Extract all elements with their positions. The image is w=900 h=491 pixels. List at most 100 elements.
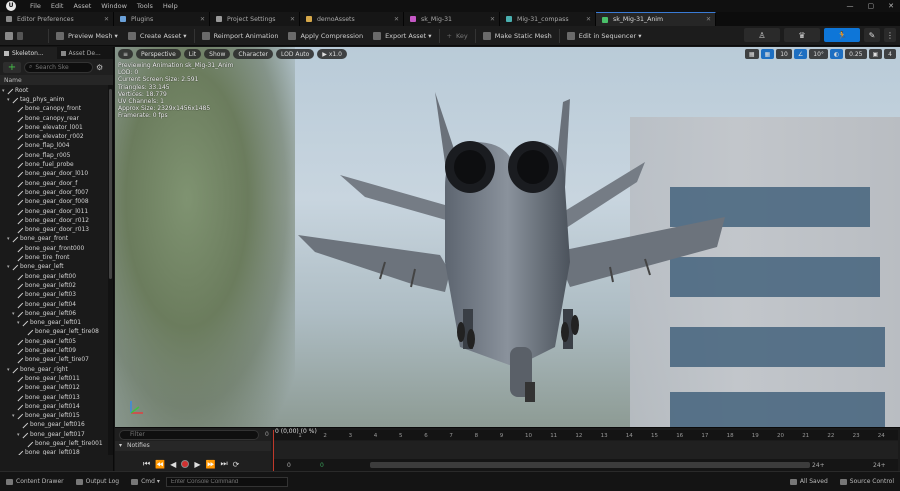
mesh-mode-button[interactable]: ♛ bbox=[784, 28, 820, 42]
grid-snap-value[interactable]: 10 bbox=[776, 49, 792, 59]
menu-item-window[interactable]: Window bbox=[101, 2, 127, 10]
make-static-mesh-button[interactable]: Make Static Mesh bbox=[478, 28, 557, 44]
close-tab-icon[interactable]: ✕ bbox=[200, 16, 205, 23]
transform-toggle-icon[interactable]: ▦ bbox=[744, 49, 759, 59]
camera-speed-icon[interactable]: ▣ bbox=[868, 49, 883, 59]
lit-button[interactable]: Lit bbox=[183, 49, 202, 59]
scale-snap-value[interactable]: 0.25 bbox=[845, 49, 867, 59]
play-button[interactable]: ▶ bbox=[194, 460, 200, 469]
bone-row[interactable]: bone_gear_left04 bbox=[0, 300, 106, 309]
bone-row[interactable]: ▾ bone_gear_right bbox=[0, 365, 106, 374]
maximize-button[interactable]: ▢ bbox=[868, 2, 875, 10]
animation-viewport[interactable]: ≡ Perspective Lit Show Character LOD Aut… bbox=[115, 47, 900, 427]
bone-row[interactable]: ▾ tag_phys_anim bbox=[0, 95, 106, 104]
notify-track-area[interactable] bbox=[273, 441, 898, 459]
bone-row[interactable]: bone_gear_left012 bbox=[0, 384, 106, 393]
play-reverse-button[interactable]: ◀ bbox=[170, 460, 176, 469]
jump-end-button[interactable]: ⏭ bbox=[220, 459, 227, 469]
add-socket-button[interactable]: + bbox=[3, 61, 21, 73]
save-button[interactable] bbox=[0, 28, 46, 44]
tab-project-settings[interactable]: Project Settings ✕ bbox=[210, 12, 300, 26]
camera-speed-value[interactable]: 4 bbox=[884, 49, 896, 59]
grid-snap-button[interactable]: ▦ bbox=[760, 49, 775, 59]
tab-skeleton-tree[interactable]: Skeleton... bbox=[0, 47, 57, 59]
bone-row[interactable]: bone_gear_left016 bbox=[0, 421, 106, 430]
export-asset-button[interactable]: Export Asset ▾ bbox=[368, 28, 436, 44]
minimize-button[interactable]: — bbox=[847, 2, 854, 10]
close-tab-icon[interactable]: ✕ bbox=[706, 16, 711, 23]
perspective-button[interactable]: Perspective bbox=[136, 49, 181, 59]
create-asset-button[interactable]: Create Asset ▾ bbox=[123, 28, 192, 44]
bone-row[interactable]: bone_gear_left018 bbox=[0, 449, 106, 455]
more-options-button[interactable]: ⋮ bbox=[884, 28, 896, 42]
range-end-view[interactable]: 24+ bbox=[812, 462, 825, 469]
tab-editor-preferences[interactable]: Editor Preferences ✕ bbox=[0, 12, 114, 26]
bone-row[interactable]: bone_gear_left013 bbox=[0, 393, 106, 402]
range-start[interactable]: 0 bbox=[287, 462, 291, 469]
all-saved-indicator[interactable]: All Saved bbox=[784, 475, 834, 489]
bone-row[interactable]: ▾ bone_gear_left01 bbox=[0, 319, 106, 328]
timeline-scrollbar[interactable] bbox=[370, 462, 810, 468]
rotation-snap-value[interactable]: 10° bbox=[809, 49, 828, 59]
tab-asset-details[interactable]: Asset De... bbox=[56, 47, 113, 59]
viewport-options-button[interactable]: ≡ bbox=[118, 49, 134, 59]
lod-auto-button[interactable]: LOD Auto bbox=[275, 49, 315, 59]
bone-row[interactable]: bone_flap_l004 bbox=[0, 142, 106, 151]
step-back-button[interactable]: ⏪ bbox=[155, 460, 165, 469]
apply-compression-button[interactable]: Apply Compression bbox=[283, 28, 368, 44]
key-button[interactable]: + Key bbox=[442, 28, 473, 44]
bone-row[interactable]: ▾ bone_gear_front bbox=[0, 235, 106, 244]
bone-row[interactable]: bone_gear_door_f007 bbox=[0, 188, 106, 197]
bone-row[interactable]: bone_gear_left014 bbox=[0, 402, 106, 411]
bone-row[interactable]: bone_gear_door_r013 bbox=[0, 226, 106, 235]
playhead[interactable] bbox=[273, 430, 274, 472]
menu-item-file[interactable]: File bbox=[30, 2, 41, 10]
character-button[interactable]: Character bbox=[233, 49, 273, 59]
bone-row[interactable]: bone_gear_door_f bbox=[0, 179, 106, 188]
bone-row[interactable]: bone_gear_left011 bbox=[0, 374, 106, 383]
menu-item-edit[interactable]: Edit bbox=[51, 2, 64, 10]
edit-mode-button[interactable]: ✎ bbox=[864, 28, 880, 42]
tab-sk-mig-31[interactable]: sk_Mig-31 ✕ bbox=[404, 12, 500, 26]
close-tab-icon[interactable]: ✕ bbox=[490, 16, 495, 23]
bone-row[interactable]: ▾ bone_gear_left06 bbox=[0, 309, 106, 318]
bone-row[interactable]: ▾ bone_gear_left bbox=[0, 263, 106, 272]
bone-row[interactable]: bone_gear_left03 bbox=[0, 291, 106, 300]
bone-row[interactable]: bone_flap_r005 bbox=[0, 151, 106, 160]
frame-ruler[interactable]: 1 2 3 4 5 6 7 8 9 10 11 12 13 14 15 16 17 18 19 20 21 22 23 24 bbox=[273, 430, 898, 440]
bone-row[interactable]: bone_gear_left05 bbox=[0, 337, 106, 346]
skeleton-mode-button[interactable]: ♙ bbox=[744, 28, 780, 42]
reimport-animation-button[interactable]: Reimport Animation bbox=[197, 28, 284, 44]
menu-item-asset[interactable]: Asset bbox=[73, 2, 91, 10]
timeline-filter-input[interactable]: Filter bbox=[119, 430, 259, 440]
bone-row[interactable]: bone_gear_left00 bbox=[0, 272, 106, 281]
tab-mig-31-compass[interactable]: Mig-31_compass ✕ bbox=[500, 12, 596, 26]
notifies-track[interactable]: ▾ Notifies bbox=[115, 441, 271, 451]
bone-row[interactable]: bone_gear_door_f008 bbox=[0, 198, 106, 207]
console-command-input[interactable] bbox=[165, 476, 288, 487]
tree-scrollbar[interactable] bbox=[108, 85, 113, 455]
bone-row[interactable]: bone_canopy_front bbox=[0, 105, 106, 114]
edit-in-sequencer-button[interactable]: Edit in Sequencer ▾ bbox=[562, 28, 647, 44]
bone-row[interactable]: bone_gear_left_tire001 bbox=[0, 439, 106, 448]
name-column-header[interactable]: Name bbox=[0, 75, 113, 85]
bone-row[interactable]: bone_canopy_rear bbox=[0, 114, 106, 123]
gear-icon[interactable]: ⚙ bbox=[96, 63, 110, 72]
jump-start-button[interactable]: ⏮ bbox=[143, 459, 150, 469]
bone-row[interactable]: ▾ bone_gear_left017 bbox=[0, 430, 106, 439]
bone-row[interactable]: bone_elevator_l001 bbox=[0, 123, 106, 132]
rotation-snap-icon[interactable]: ∠ bbox=[793, 49, 808, 59]
range-start-view[interactable]: 0 bbox=[320, 462, 324, 469]
playback-speed-button[interactable]: ▶ x1.0 bbox=[317, 49, 347, 59]
skeleton-search-input[interactable]: ⌕ Search Ske bbox=[24, 61, 93, 73]
close-tab-icon[interactable]: ✕ bbox=[394, 16, 399, 23]
bone-row[interactable]: bone_gear_left02 bbox=[0, 281, 106, 290]
bone-row[interactable]: bone_gear_left_tire08 bbox=[0, 328, 106, 337]
preview-mesh-button[interactable]: Preview Mesh ▾ bbox=[51, 28, 123, 44]
close-tab-icon[interactable]: ✕ bbox=[586, 16, 591, 23]
output-log-button[interactable]: Output Log bbox=[70, 475, 125, 489]
loop-button[interactable]: ⟳ bbox=[233, 460, 240, 469]
bone-row[interactable]: bone_gear_door_l011 bbox=[0, 207, 106, 216]
source-control-button[interactable]: Source Control bbox=[834, 475, 900, 489]
bone-row[interactable]: bone_gear_left_tire07 bbox=[0, 356, 106, 365]
